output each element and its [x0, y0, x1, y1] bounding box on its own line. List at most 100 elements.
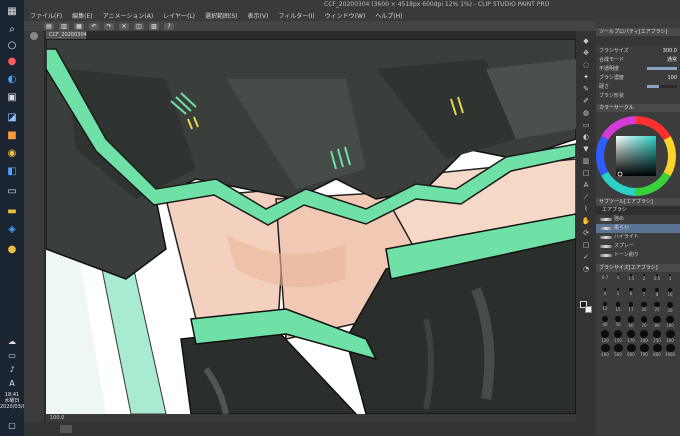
brush-size-preset[interactable]: 80 [651, 316, 663, 329]
brush-size-preset[interactable]: 800 [651, 344, 663, 357]
hardness-row[interactable]: 硬さ [596, 82, 680, 91]
brush-size-preset[interactable]: 1 [612, 274, 624, 287]
app-icon-2[interactable]: ■ [4, 128, 20, 142]
brush-density-row[interactable]: ブラシ濃度 100 [596, 73, 680, 82]
text-icon[interactable]: A [581, 181, 591, 189]
brush-size-preset[interactable]: 1.5 [625, 274, 637, 287]
brush-size-preset[interactable]: 15 [612, 302, 624, 315]
brush-shape-row[interactable]: ブラシ形状 [596, 91, 680, 100]
brush-size-preset[interactable]: 7 [638, 288, 650, 301]
brush-size-preset[interactable]: 30 [664, 302, 676, 315]
correct-icon[interactable]: ✓ [581, 253, 591, 261]
notification-icon[interactable]: ▢ [4, 418, 20, 432]
brush-size-preset[interactable]: 0.7 [599, 274, 611, 287]
redo-icon[interactable]: ↷ [104, 22, 114, 30]
drawing-canvas[interactable] [46, 39, 576, 414]
ruler-icon[interactable]: ⟋ [581, 193, 591, 201]
shape-icon[interactable]: □ [581, 169, 591, 177]
brush-size-preset[interactable]: 70 [638, 316, 650, 329]
move-icon[interactable]: ✥ [581, 49, 591, 57]
chrome-icon[interactable]: ◉ [4, 146, 20, 160]
hand-icon[interactable]: ✋ [581, 217, 591, 225]
menu-view[interactable]: 表示(V) [248, 11, 269, 20]
sub-tool-group[interactable]: エアブラシ [596, 206, 680, 215]
select-icon[interactable]: ▢ [581, 241, 591, 249]
app-icon-1[interactable]: ◪ [4, 110, 20, 124]
windows-start-icon[interactable]: ▦ [4, 4, 20, 18]
brush-size-preset[interactable]: 40 [599, 316, 611, 329]
blend-mode-row[interactable]: 合成モード 通常 [596, 55, 680, 64]
brush-size-preset[interactable]: 20 [638, 302, 650, 315]
eraser-icon[interactable]: ▭ [581, 121, 591, 129]
brush-size-preset[interactable]: 4 [599, 288, 611, 301]
menu-file[interactable]: ファイル(F) [30, 11, 62, 20]
blend-mode-value[interactable]: 通常 [667, 56, 677, 63]
zoom-level[interactable]: 100.0 [50, 415, 64, 421]
brush-size-preset[interactable]: 1000 [664, 344, 676, 357]
browser-icon[interactable]: ◐ [4, 72, 20, 86]
photoshop-icon[interactable]: ◧ [4, 164, 20, 178]
document-tab[interactable]: CCF_20200304 [46, 31, 87, 39]
sub-tool-item[interactable]: スプレー [596, 242, 680, 251]
brush-size-preset[interactable]: 120 [599, 330, 611, 343]
wand-icon[interactable]: ✦ [581, 73, 591, 81]
brush-size-value[interactable]: 300.0 [663, 48, 677, 54]
brush-size-preset[interactable]: 5 [612, 288, 624, 301]
menu-help[interactable]: ヘルプ(H) [375, 11, 402, 20]
brush-size-preset[interactable]: 8 [651, 288, 663, 301]
open-icon[interactable]: ▥ [59, 22, 69, 30]
brush-size-preset[interactable]: 60 [625, 316, 637, 329]
menu-selection[interactable]: 選択範囲(S) [205, 11, 238, 20]
brush-size-preset[interactable]: 400 [599, 344, 611, 357]
brush-size-preset[interactable]: 150 [612, 330, 624, 343]
cortana-icon[interactable]: ○ [4, 38, 20, 52]
brush-size-preset[interactable]: 100 [664, 316, 676, 329]
brush-size-preset[interactable]: 50 [612, 316, 624, 329]
lasso-icon[interactable]: ◌ [581, 61, 591, 69]
volume-icon[interactable]: ♪ [4, 362, 20, 376]
sub-tool-item[interactable]: 強め [596, 215, 680, 224]
dropper-icon[interactable]: ⌇ [581, 205, 591, 213]
brush-size-preset[interactable]: 2.5 [651, 274, 663, 287]
app-icon-3[interactable]: ▭ [4, 184, 20, 198]
opacity-slider[interactable] [647, 67, 677, 70]
brush-size-preset[interactable]: 200 [638, 330, 650, 343]
brush-size-preset[interactable]: 500 [612, 344, 624, 357]
brush-size-preset[interactable]: 2 [638, 274, 650, 287]
ime-icon[interactable]: A [4, 376, 20, 390]
brush-size-preset[interactable]: 700 [638, 344, 650, 357]
fill-bucket-icon[interactable]: ▼ [581, 145, 591, 153]
menu-animation[interactable]: アニメーション(A) [103, 11, 154, 20]
menu-filter[interactable]: フィルター(I) [278, 11, 314, 20]
network-icon[interactable]: ▭ [4, 348, 20, 362]
app-icon-5[interactable]: ● [4, 242, 20, 256]
navigator-icon[interactable] [60, 425, 72, 433]
brush-size-preset[interactable]: 6 [625, 288, 637, 301]
brush-density-value[interactable]: 100 [667, 75, 677, 81]
brush-size-row[interactable]: ブラシサイズ 300.0 [596, 46, 680, 55]
balloon-icon[interactable]: ◔ [581, 265, 591, 273]
hardness-slider[interactable] [647, 85, 677, 88]
menu-layer[interactable]: レイヤー(L) [163, 11, 195, 20]
search-icon[interactable]: ⌕ [4, 22, 20, 36]
opera-icon[interactable]: ● [4, 54, 20, 68]
new-icon[interactable]: ▤ [44, 22, 54, 30]
save-icon[interactable]: ▦ [74, 22, 84, 30]
brush-size-preset[interactable]: 600 [625, 344, 637, 357]
gradient-icon[interactable]: ▥ [581, 157, 591, 165]
sub-tool-item[interactable]: ハイライト [596, 233, 680, 242]
undo-icon[interactable]: ↶ [89, 22, 99, 30]
taskbar-clock[interactable]: 18:41 水曜日 2020/03/04 [0, 392, 29, 410]
menu-edit[interactable]: 編集(E) [72, 11, 92, 20]
airbrush-icon[interactable]: ◍ [581, 109, 591, 117]
opacity-row[interactable]: 不透明度 [596, 64, 680, 73]
brush-size-preset[interactable]: 3 [664, 274, 676, 287]
brush-size-preset[interactable]: 300 [664, 330, 676, 343]
blend-icon[interactable]: ◐ [581, 133, 591, 141]
help-icon[interactable]: ? [164, 22, 174, 30]
clear-icon[interactable]: ✕ [119, 22, 129, 30]
brush-size-preset[interactable]: 25 [651, 302, 663, 315]
brush-icon[interactable]: ✐ [581, 97, 591, 105]
fill-icon[interactable]: ▨ [149, 22, 159, 30]
pen-icon[interactable]: ✎ [581, 85, 591, 93]
